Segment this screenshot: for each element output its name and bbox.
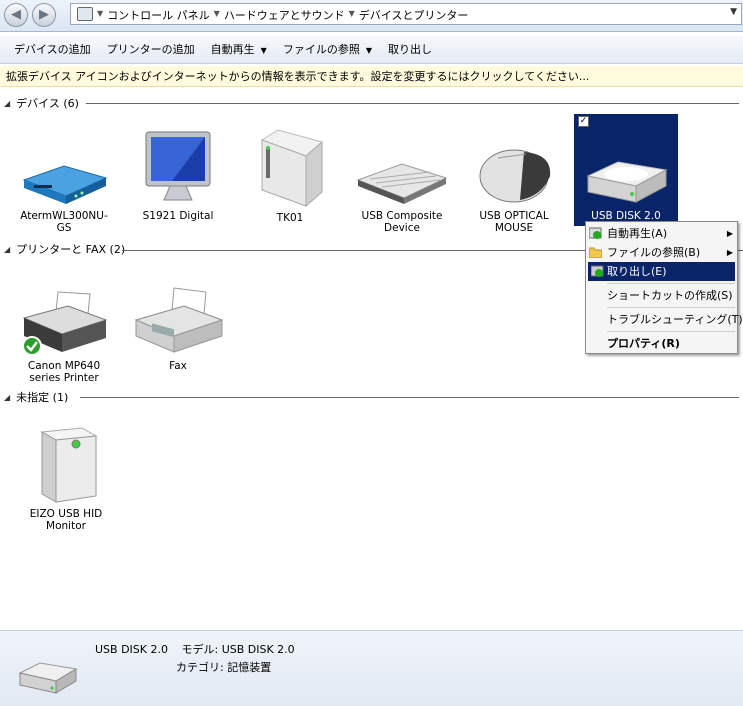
add-printer-button[interactable]: プリンターの追加 [99, 39, 203, 61]
device-item[interactable]: USB Composite Device [356, 158, 448, 234]
details-pane: USB DISK 2.0 モデル: USB DISK 2.0 カテゴリ: 記憶装… [0, 630, 743, 706]
device-item[interactable]: USB OPTICAL MOUSE [468, 136, 560, 234]
chevron-down-icon[interactable]: ▼ [730, 7, 737, 17]
menu-separator [607, 331, 735, 332]
folder-icon [589, 247, 602, 258]
printer-item[interactable]: Canon MP640 series Printer [18, 288, 110, 384]
group-header-devices[interactable]: ◢ デバイス (6) [4, 96, 739, 110]
breadcrumb: ▼ コントロール パネル ▼ ハードウェアとサウンド ▼ デバイスとプリンター [97, 7, 469, 23]
printer-item[interactable]: Fax [132, 286, 224, 372]
collapse-icon: ◢ [4, 244, 11, 254]
menu-item-create-shortcut[interactable]: ショートカットの作成(S) [586, 286, 737, 305]
menu-item-properties[interactable]: プロパティ(R) [586, 334, 737, 353]
menu-item-eject[interactable]: 取り出し(E) [588, 262, 735, 281]
external-drive-icon [260, 129, 324, 208]
chevron-down-icon: ▼ [365, 45, 372, 55]
fax-icon [134, 287, 224, 353]
details-row: カテゴリ: 記憶装置 [176, 659, 271, 675]
command-bar: デバイスの追加 プリンターの追加 自動再生 ▼ ファイルの参照 ▼ 取り出し [0, 36, 743, 64]
device-name: USB DISK 2.0 [95, 643, 168, 656]
submenu-arrow-icon: ▶ [726, 248, 733, 257]
chevron-down-icon: ▼ [260, 45, 267, 55]
menu-item-autoplay[interactable]: 自動再生(A) ▶ [586, 224, 737, 243]
usb-disk-icon [586, 161, 668, 203]
group-divider [122, 250, 585, 251]
group-header-unspecified[interactable]: ◢ 未指定 (1) [4, 390, 739, 404]
model-value: USB DISK 2.0 [221, 643, 295, 656]
eject-icon [591, 265, 604, 277]
collapse-icon: ◢ [4, 98, 11, 108]
device-item[interactable]: S1921 Digital [132, 128, 224, 222]
model-label: モデル: [181, 643, 219, 656]
keyboard-icon [356, 163, 448, 204]
usb-disk-icon [18, 662, 78, 694]
device-item[interactable]: EIZO USB HID Monitor [20, 422, 112, 532]
checkbox-icon[interactable]: ✓ [578, 116, 589, 127]
category-value: 記憶装置 [227, 661, 272, 674]
autoplay-icon [589, 227, 602, 239]
menu-separator [607, 307, 735, 308]
info-bar[interactable]: 拡張デバイス アイコンおよびインターネットからの情報を表示できます。設定を変更す… [0, 66, 743, 87]
mouse-icon [479, 149, 551, 203]
details-row: USB DISK 2.0 モデル: USB DISK 2.0 [95, 641, 295, 657]
browse-files-button[interactable]: ファイルの参照 ▼ [275, 39, 380, 61]
eject-button[interactable]: 取り出し [380, 39, 440, 61]
back-button[interactable]: ◀ [4, 3, 28, 27]
autoplay-button[interactable]: 自動再生 ▼ [203, 39, 275, 61]
breadcrumb-item[interactable]: コントロール パネル [107, 7, 210, 23]
device-item[interactable]: AtermWL300NU-GS [18, 150, 110, 234]
menu-item-troubleshoot[interactable]: トラブルシューティング(T) [586, 310, 743, 329]
address-bar[interactable]: ▼ コントロール パネル ▼ ハードウェアとサウンド ▼ デバイスとプリンター … [70, 3, 742, 25]
hid-device-icon [40, 427, 98, 503]
collapse-icon: ◢ [4, 392, 11, 402]
breadcrumb-item[interactable]: デバイスとプリンター [359, 7, 469, 23]
monitor-icon [145, 131, 211, 201]
submenu-arrow-icon: ▶ [726, 229, 733, 238]
breadcrumb-item[interactable]: ハードウェアとサウンド [224, 7, 345, 23]
address-bar-area: ◀ ▶ ▼ コントロール パネル ▼ ハードウェアとサウンド ▼ デバイスとプリ… [0, 0, 743, 32]
menu-separator [607, 283, 735, 284]
router-icon [22, 165, 108, 204]
forward-button[interactable]: ▶ [32, 3, 56, 27]
context-menu: 自動再生(A) ▶ ファイルの参照(B) ▶ 取り出し(E) ショートカットの作… [585, 221, 743, 354]
control-panel-icon [77, 7, 93, 21]
device-item[interactable]: TK01 [244, 126, 336, 224]
category-label: カテゴリ: [176, 661, 224, 674]
add-device-button[interactable]: デバイスの追加 [6, 39, 99, 61]
menu-item-browse-files[interactable]: ファイルの参照(B) ▶ [586, 243, 737, 262]
device-item-selected[interactable]: USB DISK 2.0 [580, 150, 672, 222]
printer-icon [22, 291, 108, 356]
